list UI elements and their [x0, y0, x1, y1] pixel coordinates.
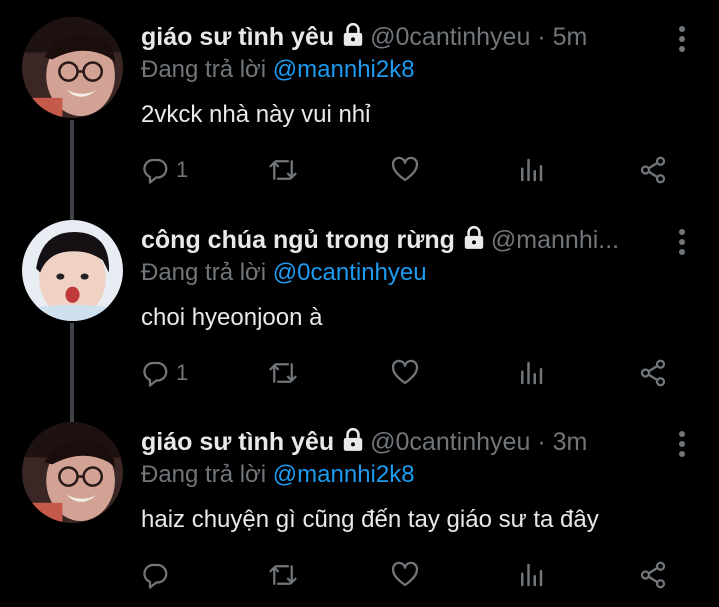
analytics-button[interactable]	[516, 353, 546, 393]
retweet-icon	[268, 560, 298, 590]
display-name[interactable]: giáo sư tình yêu	[141, 23, 334, 51]
reply-button[interactable]: 1	[140, 353, 188, 393]
lock-icon	[340, 427, 366, 453]
share-icon	[638, 358, 668, 388]
user-handle[interactable]: @mannhi...	[491, 226, 619, 254]
like-icon	[390, 560, 420, 590]
like-button[interactable]	[390, 555, 420, 595]
reply-to-link[interactable]: @mannhi2k8	[273, 461, 415, 488]
like-button[interactable]	[390, 150, 420, 190]
tweet-text: 2vkck nhà này vui nhỉ	[141, 101, 371, 128]
analytics-button[interactable]	[516, 150, 546, 190]
more-icon[interactable]	[675, 429, 689, 459]
tweet[interactable]: giáo sư tình yêu @0cantinhyeu · 3m Đang t…	[0, 405, 719, 607]
avatar-photo	[22, 220, 123, 321]
separator: ·	[537, 23, 546, 51]
lock-icon	[461, 225, 487, 251]
retweet-icon	[268, 155, 298, 185]
tweet-header: giáo sư tình yêu @0cantinhyeu · 3m	[141, 425, 675, 459]
reply-prefix: Đang trả lời	[141, 56, 267, 83]
share-button[interactable]	[638, 353, 668, 393]
tweet-header: công chúa ngủ trong rừng @mannhi...	[141, 223, 675, 257]
tweet-actions: 1	[140, 150, 680, 190]
retweet-button[interactable]	[268, 555, 298, 595]
user-handle[interactable]: @0cantinhyeu	[370, 23, 530, 51]
avatar[interactable]	[22, 220, 123, 321]
like-icon	[390, 358, 420, 388]
timestamp[interactable]: 3m	[553, 428, 588, 456]
analytics-icon	[516, 560, 546, 590]
more-icon[interactable]	[675, 227, 689, 257]
replying-to: Đang trả lời @mannhi2k8	[141, 53, 415, 87]
reply-prefix: Đang trả lời	[141, 259, 267, 286]
reply-to-link[interactable]: @0cantinhyeu	[273, 259, 427, 286]
share-button[interactable]	[638, 150, 668, 190]
separator: ·	[537, 428, 546, 456]
analytics-icon	[516, 358, 546, 388]
reply-button[interactable]	[140, 555, 176, 595]
share-button[interactable]	[638, 555, 668, 595]
thread-line	[70, 203, 74, 220]
retweet-icon	[268, 358, 298, 388]
retweet-button[interactable]	[268, 150, 298, 190]
more-icon[interactable]	[675, 24, 689, 54]
reply-count: 1	[176, 360, 189, 385]
reply-icon	[140, 155, 170, 185]
tweet-text: haiz chuyện gì cũng đến tay giáo sư ta đ…	[141, 506, 599, 533]
analytics-button[interactable]	[516, 555, 546, 595]
display-name[interactable]: công chúa ngủ trong rừng	[141, 226, 455, 254]
share-icon	[638, 155, 668, 185]
reply-count: 1	[176, 157, 189, 182]
timestamp[interactable]: 5m	[553, 23, 588, 51]
analytics-icon	[516, 155, 546, 185]
reply-button[interactable]: 1	[140, 150, 188, 190]
thread-line	[70, 405, 74, 422]
thread-line	[70, 120, 74, 203]
tweet[interactable]: công chúa ngủ trong rừng @mannhi... Đang …	[0, 203, 719, 405]
reply-icon	[140, 560, 170, 590]
avatar-photo	[22, 17, 123, 118]
tweet[interactable]: giáo sư tình yêu @0cantinhyeu · 5m Đang t…	[0, 0, 719, 203]
share-icon	[638, 560, 668, 590]
reply-prefix: Đang trả lời	[141, 461, 267, 488]
thread-line	[70, 323, 74, 405]
replying-to: Đang trả lời @mannhi2k8	[141, 458, 415, 492]
lock-icon	[340, 22, 366, 48]
avatar[interactable]	[22, 422, 123, 523]
tweet-text: choi hyeonjoon à	[141, 304, 323, 331]
avatar[interactable]	[22, 17, 123, 118]
like-button[interactable]	[390, 353, 420, 393]
retweet-button[interactable]	[268, 353, 298, 393]
reply-icon	[140, 358, 170, 388]
like-icon	[390, 155, 420, 185]
tweet-actions: 1	[140, 353, 680, 393]
replying-to: Đang trả lời @0cantinhyeu	[141, 256, 427, 290]
tweet-actions	[140, 555, 680, 595]
user-handle[interactable]: @0cantinhyeu	[370, 428, 530, 456]
display-name[interactable]: giáo sư tình yêu	[141, 428, 334, 456]
reply-to-link[interactable]: @mannhi2k8	[273, 56, 415, 83]
tweet-header: giáo sư tình yêu @0cantinhyeu · 5m	[141, 20, 675, 54]
avatar-photo	[22, 422, 123, 523]
